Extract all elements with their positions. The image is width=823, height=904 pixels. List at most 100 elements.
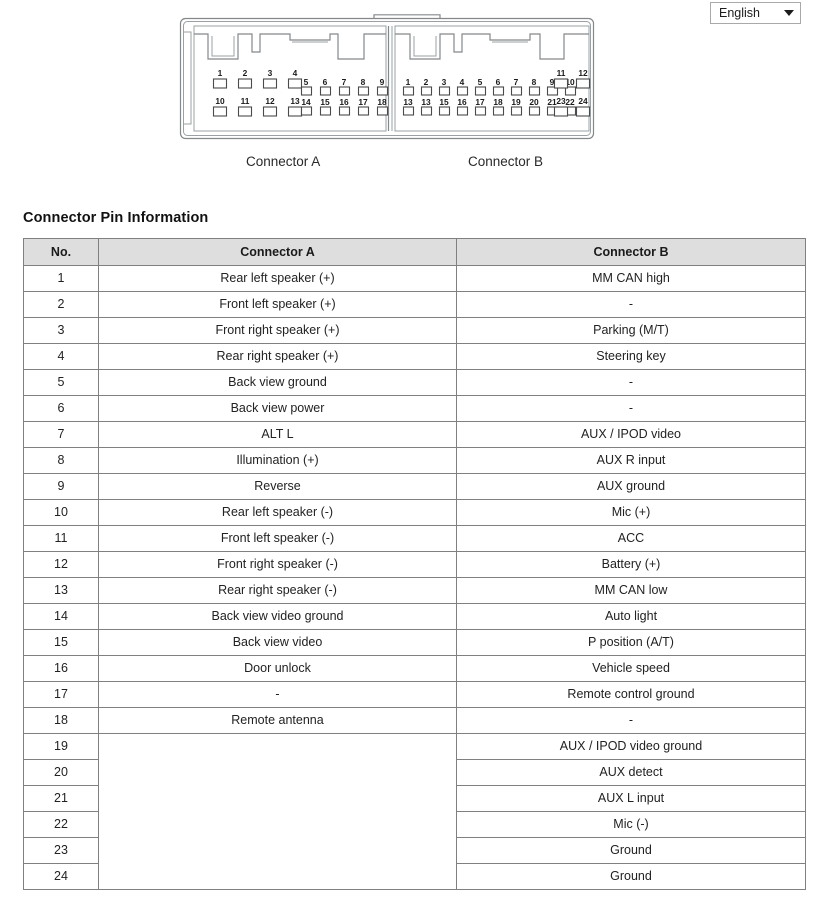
table-row: 7 ALT L AUX / IPOD video bbox=[23, 421, 806, 448]
svg-text:1: 1 bbox=[406, 77, 411, 87]
cell-connector-b: AUX ground bbox=[456, 473, 806, 500]
page-title: Connector Pin Information bbox=[23, 210, 209, 226]
cell-connector-a: Illumination (+) bbox=[98, 447, 457, 474]
cell-connector-b: MM CAN high bbox=[456, 265, 806, 292]
svg-text:9: 9 bbox=[380, 77, 385, 87]
table-row: 18 Remote antenna - bbox=[23, 707, 806, 734]
table-body: 1 Rear left speaker (+) MM CAN high 2 Front … bbox=[23, 265, 806, 890]
cell-connector-b: Vehicle speed bbox=[456, 655, 806, 682]
cell-pin-number: 8 bbox=[23, 447, 99, 474]
table-row: 5 Back view ground - bbox=[23, 369, 806, 396]
column-header-no: No. bbox=[23, 238, 99, 266]
connector-diagram-svg: .ln { fill:none; stroke:#83888b; stroke-… bbox=[179, 14, 595, 140]
svg-text:15: 15 bbox=[320, 97, 330, 107]
connector-b-pin-group-left: 1 2 3 4 5 6 7 8 9 10 13 13 15 16 17 18 1… bbox=[402, 77, 577, 116]
table-row: 3 Front right speaker (+) Parking (M/T) bbox=[23, 317, 806, 344]
svg-text:1: 1 bbox=[218, 68, 223, 78]
svg-text:2: 2 bbox=[243, 68, 248, 78]
cell-connector-a: Reverse bbox=[98, 473, 457, 500]
svg-text:6: 6 bbox=[496, 77, 501, 87]
cell-connector-b: AUX R input bbox=[456, 447, 806, 474]
cell-connector-b: Ground bbox=[456, 863, 806, 890]
cell-connector-a: Rear left speaker (-) bbox=[98, 499, 457, 526]
table-row: 16 Door unlock Vehicle speed bbox=[23, 655, 806, 682]
connector-a-caption: Connector A bbox=[246, 154, 321, 169]
svg-text:18: 18 bbox=[377, 97, 387, 107]
svg-text:13: 13 bbox=[421, 97, 431, 107]
svg-text:4: 4 bbox=[460, 77, 465, 87]
cell-connector-b: Auto light bbox=[456, 603, 806, 630]
pin-information-table: No. Connector A Connector B 1 Rear left s… bbox=[23, 238, 806, 890]
connector-captions: Connector A Connector B bbox=[178, 154, 596, 174]
cell-connector-a: Back view video bbox=[98, 629, 457, 656]
column-header-connector-b: Connector B bbox=[456, 238, 806, 266]
cell-connector-a: Rear right speaker (-) bbox=[98, 577, 457, 604]
cell-connector-a: Rear right speaker (+) bbox=[98, 343, 457, 370]
connector-a-pin-group-right: 5 6 7 8 9 14 15 16 17 18 bbox=[300, 77, 389, 116]
cell-connector-a: Front right speaker (+) bbox=[98, 317, 457, 344]
table-row: 13 Rear right speaker (-) MM CAN low bbox=[23, 577, 806, 604]
svg-text:24: 24 bbox=[578, 96, 588, 106]
table-row: 19 AUX / IPOD video ground bbox=[23, 733, 806, 890]
cell-pin-number: 5 bbox=[23, 369, 99, 396]
cell-connector-a: Rear left speaker (+) bbox=[98, 265, 457, 292]
svg-text:15: 15 bbox=[439, 97, 449, 107]
cell-pin-number: 10 bbox=[23, 499, 99, 526]
svg-text:11: 11 bbox=[557, 68, 566, 78]
cell-pin-number: 3 bbox=[23, 317, 99, 344]
cell-connector-b: Mic (-) bbox=[456, 811, 806, 838]
table-row: 2 Front left speaker (+) - bbox=[23, 291, 806, 318]
svg-text:5: 5 bbox=[478, 77, 483, 87]
cell-connector-b: - bbox=[456, 707, 806, 734]
svg-text:23: 23 bbox=[556, 96, 566, 106]
cell-connector-a: Front left speaker (-) bbox=[98, 525, 457, 552]
table-header-row: No. Connector A Connector B bbox=[23, 238, 806, 266]
svg-text:13: 13 bbox=[403, 97, 413, 107]
table-row: 15 Back view video P position (A/T) bbox=[23, 629, 806, 656]
cell-pin-number: 17 bbox=[23, 681, 99, 708]
svg-text:7: 7 bbox=[342, 77, 347, 87]
cell-pin-number: 9 bbox=[23, 473, 99, 500]
cell-connector-a: - bbox=[98, 681, 457, 708]
svg-text:18: 18 bbox=[493, 97, 503, 107]
svg-text:7: 7 bbox=[514, 77, 519, 87]
svg-text:12: 12 bbox=[578, 68, 588, 78]
table-row: 12 Front right speaker (-) Battery (+) bbox=[23, 551, 806, 578]
svg-text:17: 17 bbox=[475, 97, 485, 107]
cell-connector-b: - bbox=[456, 369, 806, 396]
svg-text:12: 12 bbox=[265, 96, 275, 106]
cell-pin-number: 20 bbox=[23, 759, 99, 786]
cell-connector-b: AUX / IPOD video ground bbox=[456, 733, 806, 760]
cell-connector-b: Battery (+) bbox=[456, 551, 806, 578]
table-row: 14 Back view video ground Auto light bbox=[23, 603, 806, 630]
table-row: 17- Remote control ground bbox=[23, 681, 806, 708]
cell-pin-number: 2 bbox=[23, 291, 99, 318]
cell-pin-number: 4 bbox=[23, 343, 99, 370]
cell-connector-b: - bbox=[456, 291, 806, 318]
cell-connector-b: Mic (+) bbox=[456, 499, 806, 526]
cell-connector-a: Door unlock bbox=[98, 655, 457, 682]
table-row: 9 Reverse AUX ground bbox=[23, 473, 806, 500]
svg-text:9: 9 bbox=[550, 77, 555, 87]
svg-text:8: 8 bbox=[361, 77, 366, 87]
pin-information-table-wrapper: No. Connector A Connector B 1 Rear left s… bbox=[23, 238, 806, 890]
cell-connector-b: - bbox=[456, 395, 806, 422]
cell-pin-number: 16 bbox=[23, 655, 99, 682]
cell-connector-b: AUX detect bbox=[456, 759, 806, 786]
cell-pin-number: 6 bbox=[23, 395, 99, 422]
cell-connector-a: Front right speaker (-) bbox=[98, 551, 457, 578]
svg-text:6: 6 bbox=[323, 77, 328, 87]
cell-pin-number: 23 bbox=[23, 837, 99, 864]
cell-pin-number: 18 bbox=[23, 707, 99, 734]
cell-connector-a: Back view video ground bbox=[98, 603, 457, 630]
cell-connector-b: Steering key bbox=[456, 343, 806, 370]
language-select[interactable]: English bbox=[710, 2, 801, 24]
svg-text:22: 22 bbox=[565, 97, 575, 107]
table-row: 11 Front left speaker (-) ACC bbox=[23, 525, 806, 552]
table-row: 4 Rear right speaker (+) Steering key bbox=[23, 343, 806, 370]
svg-text:14: 14 bbox=[301, 97, 311, 107]
table-row: 6 Back view power - bbox=[23, 395, 806, 422]
cell-connector-a-empty bbox=[98, 733, 457, 890]
svg-text:16: 16 bbox=[339, 97, 349, 107]
cell-pin-number: 21 bbox=[23, 785, 99, 812]
